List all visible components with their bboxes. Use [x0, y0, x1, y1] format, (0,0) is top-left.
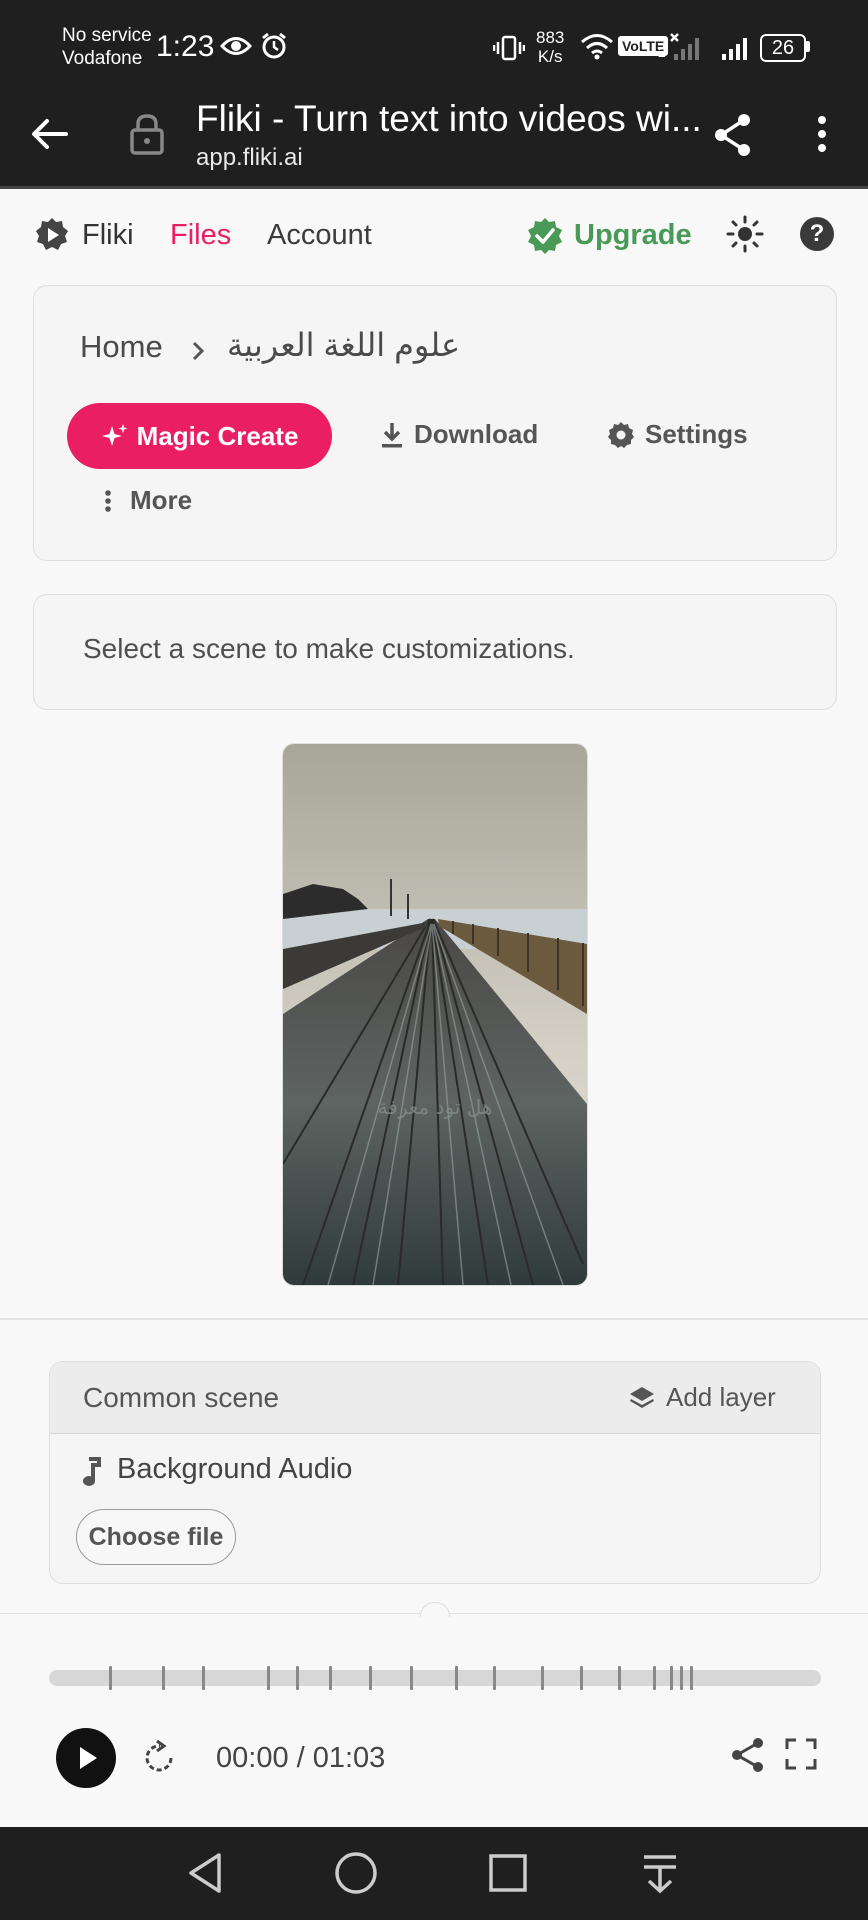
status-bar: No service Vodafone 1:23 883 K/s VoLTE 2 — [0, 0, 868, 86]
download-button[interactable]: Download — [380, 419, 538, 450]
magic-create-button[interactable]: Magic Create — [67, 403, 332, 469]
timeline-scene-marker[interactable] — [618, 1666, 621, 1690]
timeline-scene-marker[interactable] — [680, 1666, 683, 1690]
timeline-scene-marker[interactable] — [369, 1666, 372, 1690]
wifi-icon — [581, 34, 613, 60]
breadcrumb-chevron-icon — [192, 341, 205, 361]
nav-account[interactable]: Account — [267, 219, 372, 252]
nav-back-icon[interactable] — [185, 1851, 225, 1895]
download-label: Download — [414, 419, 539, 449]
player-share-icon[interactable] — [730, 1736, 766, 1774]
timeline-scene-marker[interactable] — [670, 1666, 673, 1690]
eye-icon — [220, 37, 252, 55]
network-speed-unit: K/s — [537, 47, 563, 66]
sparkle-icon — [101, 424, 128, 446]
timeline-scene-marker[interactable] — [329, 1666, 332, 1690]
player-bar: 00:00 / 01:03 — [0, 1602, 868, 1828]
nav-notification-pulldown-icon[interactable] — [641, 1853, 679, 1895]
common-scene-title: Common scene — [83, 1382, 280, 1413]
settings-label: Settings — [645, 419, 748, 449]
signal-icon — [722, 38, 747, 60]
system-nav-bar — [0, 1827, 868, 1920]
timeline-scene-marker[interactable] — [109, 1666, 112, 1690]
timeline-scene-marker[interactable] — [541, 1666, 544, 1690]
common-scene-panel: Common scene Add layer Background Audio … — [49, 1361, 821, 1584]
app-navbar: Fliki Files Account Upgrade ? — [0, 189, 868, 279]
network-speed-value: 883 — [536, 28, 565, 47]
gear-icon — [608, 421, 634, 448]
scene-notice-card: Select a scene to make customizations. — [33, 594, 837, 710]
more-button[interactable]: More — [104, 485, 192, 516]
vibrate-icon — [493, 35, 525, 61]
carrier-line-1: No service — [62, 25, 152, 46]
magic-create-label: Magic Create — [136, 420, 299, 451]
upgrade-link[interactable]: Upgrade — [574, 219, 692, 252]
common-scene-header: Common scene Add layer — [50, 1362, 820, 1434]
scene-notice-text: Select a scene to make customizations. — [83, 633, 575, 664]
alarm-icon — [262, 32, 286, 59]
video-preview[interactable]: هل تود معرفة — [282, 743, 588, 1286]
help-icon[interactable]: ? — [800, 217, 834, 251]
signal-none-icon — [670, 33, 699, 60]
nav-recents-icon[interactable] — [488, 1853, 528, 1893]
fullscreen-icon[interactable] — [785, 1738, 817, 1770]
timeline-scene-marker[interactable] — [690, 1666, 693, 1690]
choose-file-button[interactable]: Choose file — [76, 1509, 236, 1565]
pier-preview-image: هل تود معرفة — [283, 744, 587, 1285]
sun-theme-icon[interactable] — [726, 215, 764, 253]
battery-icon: 26 — [760, 34, 806, 62]
nav-home-icon[interactable] — [334, 1851, 378, 1895]
nav-files[interactable]: Files — [170, 219, 231, 252]
section-divider — [0, 1318, 868, 1320]
more-label: More — [130, 485, 193, 515]
more-vertical-icon — [105, 489, 111, 512]
music-note-icon — [83, 1457, 101, 1486]
back-arrow-icon[interactable] — [30, 116, 70, 152]
timeline-scene-marker[interactable] — [296, 1666, 299, 1690]
add-layer-label: Add layer — [666, 1382, 776, 1412]
timeline-scene-marker[interactable] — [410, 1666, 413, 1690]
timeline-scene-marker[interactable] — [202, 1666, 205, 1690]
page-url[interactable]: app.fliki.ai — [196, 144, 303, 172]
carrier-info: No service Vodafone — [62, 24, 152, 70]
timeline-track[interactable] — [49, 1666, 821, 1690]
share-icon[interactable] — [712, 112, 754, 158]
browser-toolbar: Fliki - Turn text into videos wi... app.… — [0, 86, 868, 189]
add-layer-button[interactable]: Add layer — [628, 1382, 776, 1413]
battery-level: 26 — [771, 37, 795, 59]
background-audio-label: Background Audio — [117, 1453, 353, 1485]
preview-caption: هل تود معرفة — [378, 1095, 493, 1119]
timeline-scene-marker[interactable] — [455, 1666, 458, 1690]
network-speed: 883 K/s — [536, 28, 564, 66]
sim-index: 2 — [658, 44, 666, 60]
breadcrumb-current: علوم اللغة العربية — [227, 327, 461, 363]
timeline-scene-marker[interactable] — [653, 1666, 656, 1690]
timeline-scene-marker[interactable] — [162, 1666, 165, 1690]
timeline-scene-marker[interactable] — [580, 1666, 583, 1690]
settings-button[interactable]: Settings — [607, 419, 748, 450]
page-title[interactable]: Fliki - Turn text into videos wi... — [196, 98, 702, 140]
lock-icon[interactable] — [128, 112, 166, 156]
verified-badge-icon[interactable] — [526, 217, 564, 255]
status-clock: 1:23 — [156, 30, 215, 63]
timeline-scene-marker[interactable] — [267, 1666, 270, 1690]
timeline-scene-marker[interactable] — [493, 1666, 496, 1690]
replay-icon[interactable] — [141, 1739, 179, 1777]
download-icon — [382, 422, 402, 447]
layers-icon — [630, 1386, 654, 1408]
battery-cap — [806, 41, 810, 52]
fliki-logo-icon[interactable] — [34, 217, 70, 253]
carrier-line-2: Vodafone — [62, 48, 143, 69]
breadcrumb-home[interactable]: Home — [80, 329, 163, 365]
playback-time: 00:00 / 01:03 — [216, 1742, 386, 1774]
panel-handle-icon[interactable] — [420, 1602, 450, 1617]
brand-name[interactable]: Fliki — [82, 219, 134, 252]
overflow-menu-icon[interactable] — [814, 114, 830, 154]
play-icon[interactable] — [55, 1727, 117, 1789]
